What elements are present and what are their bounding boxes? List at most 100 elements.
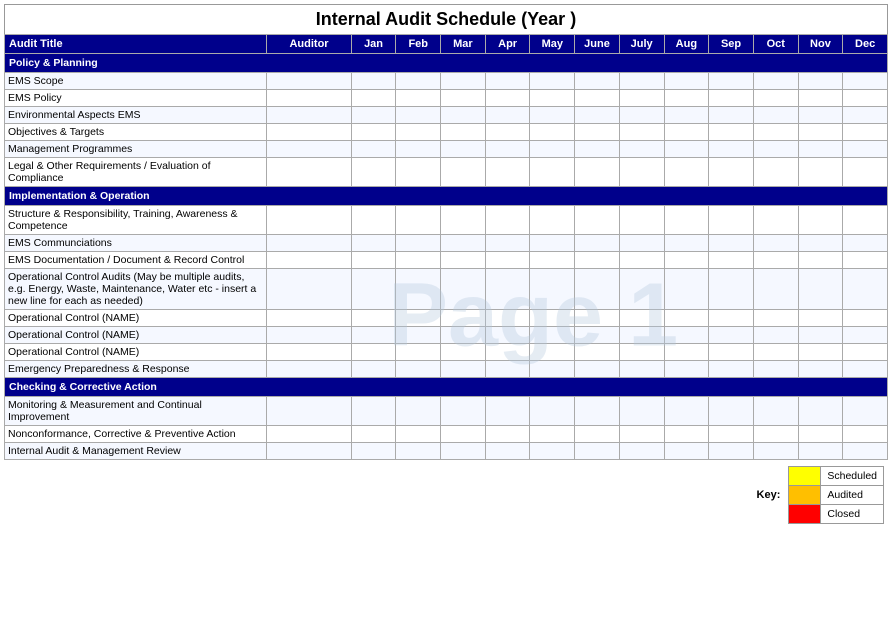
row-auditor: [267, 426, 351, 443]
row-month-cell: [575, 344, 620, 361]
row-auditor: [267, 397, 351, 426]
row-month-cell: [351, 235, 396, 252]
row-month-cell: [575, 206, 620, 235]
row-title: EMS Communciations: [5, 235, 267, 252]
row-month-cell: [664, 141, 709, 158]
row-month-cell: [575, 426, 620, 443]
row-month-cell: [709, 269, 754, 310]
row-month-cell: [753, 252, 798, 269]
row-month-cell: [530, 426, 575, 443]
section-label: Policy & Planning: [5, 54, 888, 73]
row-auditor: [267, 107, 351, 124]
row-month-cell: [798, 327, 843, 344]
page-wrapper: Page 1 Internal Audit Schedule (Year ) A…: [0, 0, 892, 631]
table-row: EMS Scope: [5, 73, 888, 90]
section-header-row: Implementation & Operation: [5, 187, 888, 206]
row-auditor: [267, 206, 351, 235]
row-month-cell: [619, 443, 664, 460]
key-label: Key:: [757, 489, 781, 501]
row-title: EMS Policy: [5, 90, 267, 107]
row-month-cell: [798, 124, 843, 141]
section-label: Checking & Corrective Action: [5, 378, 888, 397]
row-title: Operational Control Audits (May be multi…: [5, 269, 267, 310]
row-month-cell: [485, 141, 530, 158]
row-month-cell: [351, 90, 396, 107]
row-month-cell: [485, 107, 530, 124]
row-month-cell: [664, 397, 709, 426]
row-month-cell: [664, 206, 709, 235]
row-month-cell: [619, 327, 664, 344]
row-month-cell: [798, 344, 843, 361]
row-auditor: [267, 73, 351, 90]
row-month-cell: [485, 443, 530, 460]
header-nov: Nov: [798, 35, 843, 54]
row-month-cell: [485, 73, 530, 90]
row-month-cell: [441, 443, 486, 460]
row-month-cell: [575, 361, 620, 378]
row-month-cell: [798, 141, 843, 158]
row-month-cell: [798, 269, 843, 310]
row-month-cell: [843, 397, 888, 426]
row-month-cell: [575, 124, 620, 141]
row-month-cell: [396, 206, 441, 235]
row-month-cell: [485, 235, 530, 252]
key-items: Scheduled Audited Closed: [788, 466, 884, 524]
row-month-cell: [843, 158, 888, 187]
row-title: Structure & Responsibility, Training, Aw…: [5, 206, 267, 235]
row-month-cell: [843, 124, 888, 141]
header-apr: Apr: [485, 35, 530, 54]
row-month-cell: [664, 73, 709, 90]
row-month-cell: [530, 361, 575, 378]
row-month-cell: [664, 344, 709, 361]
row-month-cell: [396, 397, 441, 426]
row-month-cell: [396, 141, 441, 158]
row-month-cell: [396, 344, 441, 361]
row-month-cell: [575, 327, 620, 344]
key-item-clo: Closed: [789, 505, 883, 523]
row-month-cell: [530, 90, 575, 107]
row-month-cell: [351, 124, 396, 141]
row-title: Nonconformance, Corrective & Preventive …: [5, 426, 267, 443]
header-mar: Mar: [441, 35, 486, 54]
row-month-cell: [664, 235, 709, 252]
row-month-cell: [396, 361, 441, 378]
row-month-cell: [441, 73, 486, 90]
row-month-cell: [530, 344, 575, 361]
row-month-cell: [798, 107, 843, 124]
row-month-cell: [530, 141, 575, 158]
row-month-cell: [664, 252, 709, 269]
row-month-cell: [709, 235, 754, 252]
header-june: June: [575, 35, 620, 54]
row-month-cell: [485, 252, 530, 269]
key-text-clo: Closed: [821, 507, 866, 521]
row-month-cell: [351, 252, 396, 269]
table-row: Internal Audit & Management Review: [5, 443, 888, 460]
row-month-cell: [530, 206, 575, 235]
row-month-cell: [843, 426, 888, 443]
row-month-cell: [709, 252, 754, 269]
row-month-cell: [753, 310, 798, 327]
row-month-cell: [753, 397, 798, 426]
row-month-cell: [843, 361, 888, 378]
row-month-cell: [753, 206, 798, 235]
row-month-cell: [441, 252, 486, 269]
row-month-cell: [485, 90, 530, 107]
row-month-cell: [843, 141, 888, 158]
table-row: Management Programmes: [5, 141, 888, 158]
row-month-cell: [441, 426, 486, 443]
header-dec: Dec: [843, 35, 888, 54]
row-month-cell: [351, 426, 396, 443]
row-title: Emergency Preparedness & Response: [5, 361, 267, 378]
row-month-cell: [351, 269, 396, 310]
row-auditor: [267, 327, 351, 344]
row-month-cell: [396, 310, 441, 327]
row-month-cell: [530, 107, 575, 124]
row-month-cell: [351, 344, 396, 361]
row-month-cell: [396, 426, 441, 443]
row-month-cell: [619, 252, 664, 269]
row-month-cell: [843, 269, 888, 310]
row-month-cell: [619, 90, 664, 107]
row-month-cell: [843, 344, 888, 361]
row-month-cell: [664, 361, 709, 378]
row-month-cell: [441, 141, 486, 158]
